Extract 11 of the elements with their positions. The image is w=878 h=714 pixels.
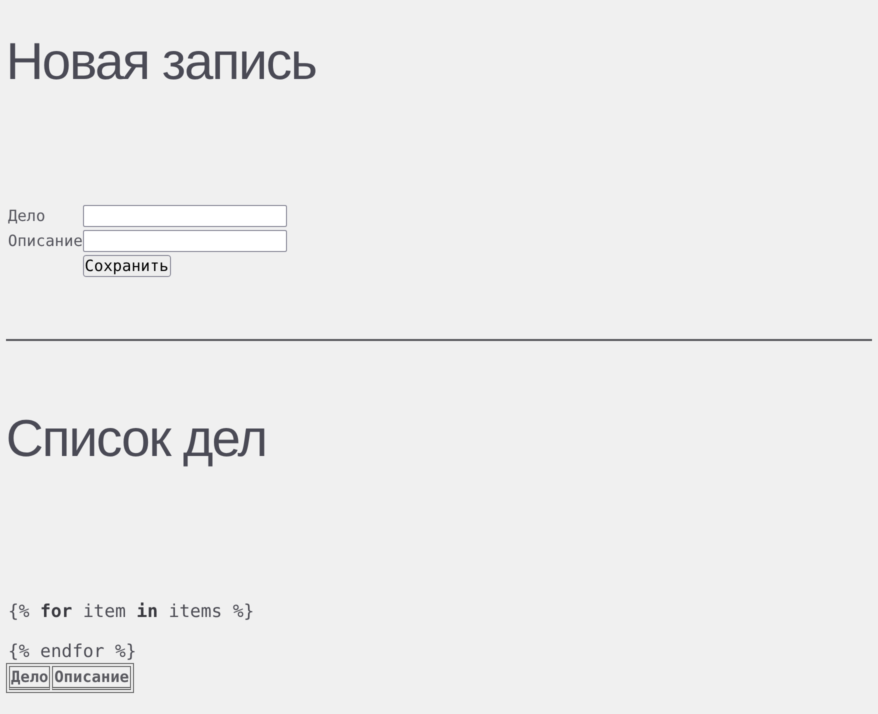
template-code-line: {% for item in items %}	[8, 601, 254, 623]
save-button[interactable]: Сохранить	[82, 255, 171, 277]
field-label: Дело	[8, 206, 46, 227]
column-header: Дело	[9, 666, 50, 690]
field-label: Описание	[8, 231, 83, 252]
text-input-field[interactable]	[82, 205, 287, 227]
template-code-line: {% endfor %}	[8, 641, 136, 663]
page-heading: Новая запись	[6, 32, 316, 93]
page-heading: Список дел	[6, 409, 266, 470]
column-header: Описание	[52, 666, 131, 690]
text-input-field[interactable]	[82, 230, 287, 252]
